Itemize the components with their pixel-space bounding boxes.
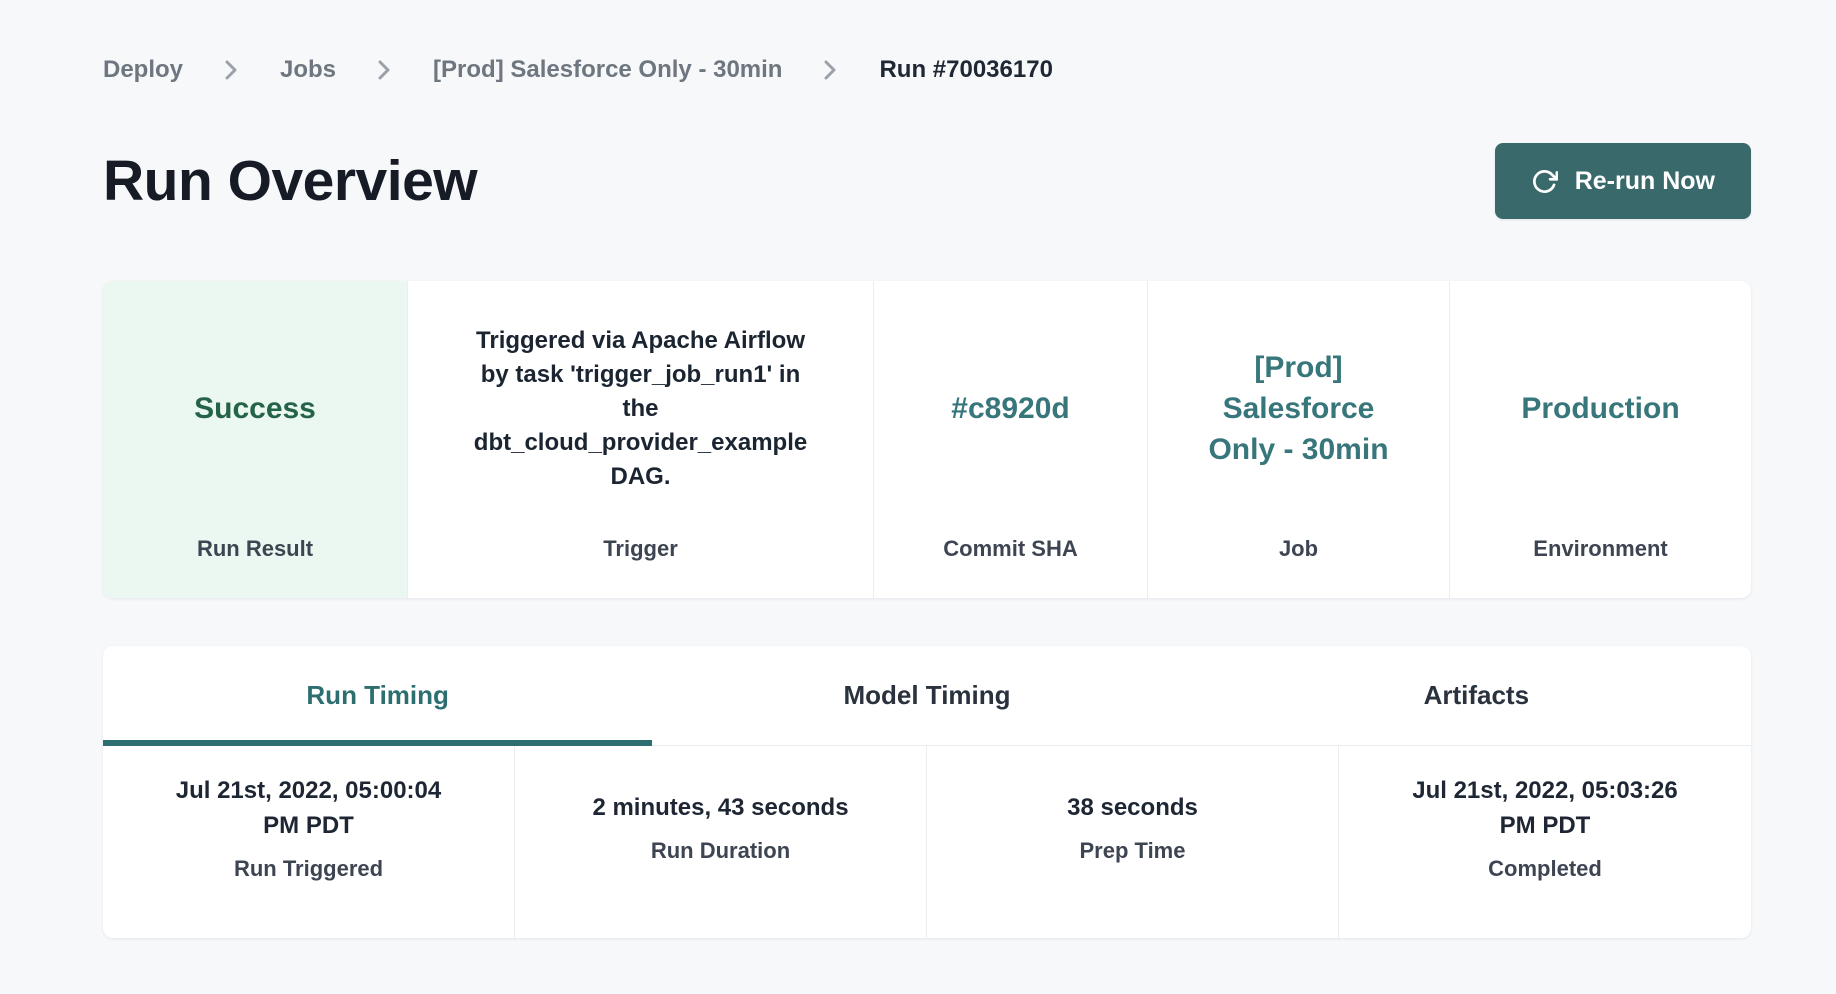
run-overview-page: Deploy Jobs [Prod] Salesforce Only - 30m… bbox=[0, 0, 1836, 938]
environment-link[interactable]: Production bbox=[1521, 386, 1679, 431]
page-title: Run Overview bbox=[103, 148, 477, 214]
page-header: Run Overview Re-run Now bbox=[103, 143, 1751, 219]
chevron-right-icon bbox=[824, 59, 837, 81]
run-duration-value: 2 minutes, 43 seconds bbox=[592, 790, 848, 825]
completed-label: Completed bbox=[1488, 856, 1602, 882]
prep-time-label: Prep Time bbox=[1080, 838, 1186, 864]
breadcrumb-item-jobs[interactable]: Jobs bbox=[280, 56, 336, 84]
rerun-now-button-label: Re-run Now bbox=[1575, 167, 1715, 196]
breadcrumb-item-deploy[interactable]: Deploy bbox=[103, 56, 183, 84]
chevron-right-icon bbox=[225, 59, 238, 81]
run-triggered-value: Jul 21st, 2022, 05:00:04 PM PDT bbox=[159, 773, 458, 843]
environment-tile: Production Environment bbox=[1450, 281, 1751, 598]
run-duration-cell: 2 minutes, 43 seconds Run Duration bbox=[515, 746, 927, 938]
trigger-label: Trigger bbox=[603, 536, 678, 598]
breadcrumb-item-run-number: Run #70036170 bbox=[879, 56, 1052, 84]
refresh-icon bbox=[1531, 168, 1558, 195]
commit-sha-tile: #c8920d Commit SHA bbox=[874, 281, 1148, 598]
run-triggered-cell: Jul 21st, 2022, 05:00:04 PM PDT Run Trig… bbox=[103, 746, 515, 938]
run-summary-panel: Success Run Result Triggered via Apache … bbox=[103, 281, 1751, 598]
job-tile: [Prod] Salesforce Only - 30min Job bbox=[1148, 281, 1450, 598]
trigger-tile: Triggered via Apache Airflow by task 'tr… bbox=[408, 281, 874, 598]
environment-label: Environment bbox=[1533, 536, 1667, 598]
run-result-tile: Success Run Result bbox=[103, 281, 408, 598]
breadcrumb-item-job-name[interactable]: [Prod] Salesforce Only - 30min bbox=[433, 56, 782, 84]
run-duration-label: Run Duration bbox=[651, 838, 790, 864]
run-triggered-label: Run Triggered bbox=[234, 856, 383, 882]
tab-bar: Run Timing Model Timing Artifacts bbox=[103, 646, 1751, 746]
run-details-panel: Run Timing Model Timing Artifacts Jul 21… bbox=[103, 646, 1751, 938]
trigger-value: Triggered via Apache Airflow by task 'tr… bbox=[408, 324, 873, 494]
run-timing-row: Jul 21st, 2022, 05:00:04 PM PDT Run Trig… bbox=[103, 746, 1751, 938]
breadcrumb: Deploy Jobs [Prod] Salesforce Only - 30m… bbox=[103, 55, 1751, 85]
commit-sha-label: Commit SHA bbox=[943, 536, 1077, 598]
job-label: Job bbox=[1279, 536, 1318, 598]
tab-artifacts[interactable]: Artifacts bbox=[1202, 646, 1751, 745]
rerun-now-button[interactable]: Re-run Now bbox=[1495, 143, 1751, 219]
run-result-value: Success bbox=[194, 386, 316, 431]
prep-time-value: 38 seconds bbox=[1067, 790, 1198, 825]
completed-cell: Jul 21st, 2022, 05:03:26 PM PDT Complete… bbox=[1339, 746, 1751, 938]
commit-sha-link[interactable]: #c8920d bbox=[951, 386, 1069, 431]
prep-time-cell: 38 seconds Prep Time bbox=[927, 746, 1339, 938]
tab-model-timing[interactable]: Model Timing bbox=[652, 646, 1201, 745]
job-link[interactable]: [Prod] Salesforce Only - 30min bbox=[1148, 347, 1449, 470]
chevron-right-icon bbox=[378, 59, 391, 81]
completed-value: Jul 21st, 2022, 05:03:26 PM PDT bbox=[1395, 773, 1695, 843]
tab-run-timing[interactable]: Run Timing bbox=[103, 646, 652, 745]
run-result-label: Run Result bbox=[197, 536, 313, 598]
